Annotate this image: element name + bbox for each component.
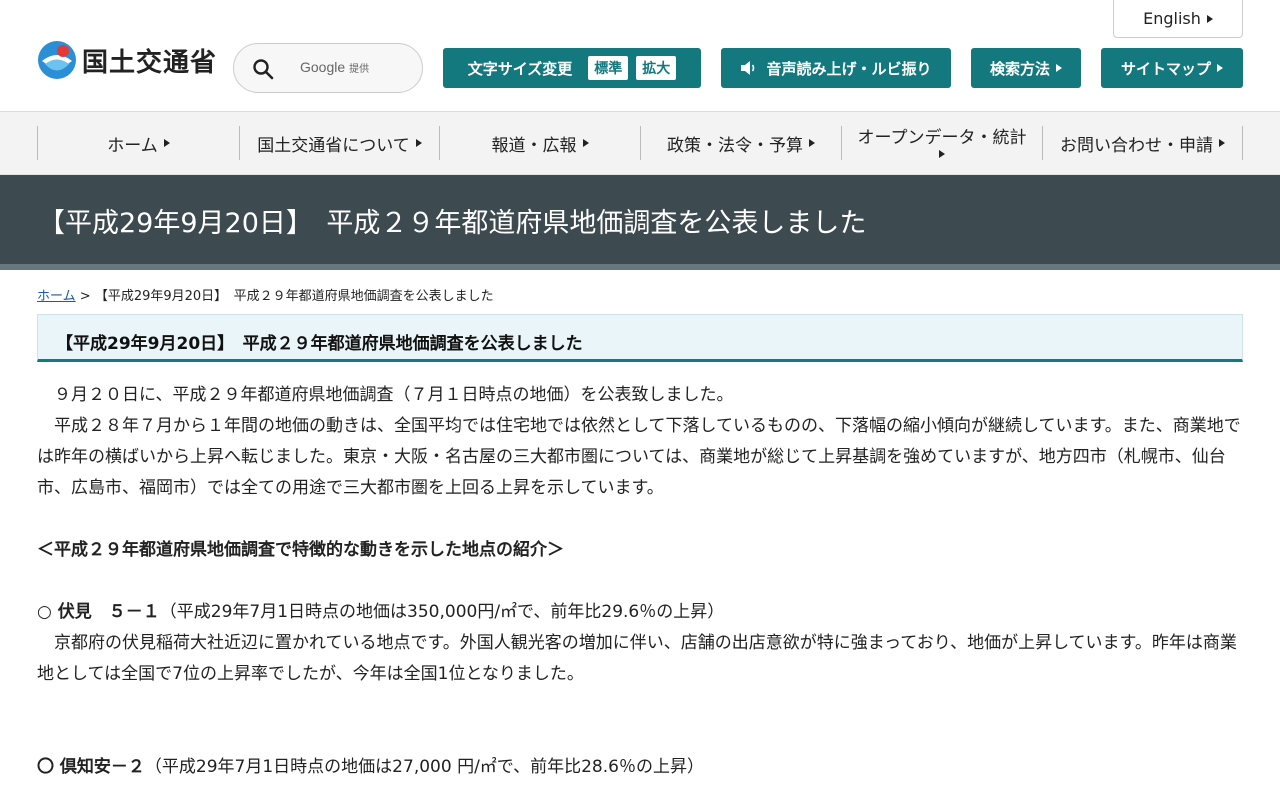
section-heading: 【平成29年9月20日】 平成２９年都道府県地価調査を公表しました <box>37 314 1243 362</box>
global-nav: ホーム 国土交通省について 報道・広報 政策・法令・予算 オープンデータ・統計 … <box>0 112 1280 175</box>
speaker-icon <box>741 61 755 75</box>
page-title-bar: 【平成29年9月20日】 平成２９年都道府県地価調査を公表しました <box>0 175 1280 270</box>
arrow-right-icon <box>163 139 170 147</box>
arrow-right-icon <box>1206 14 1213 23</box>
arrow-right-icon <box>1219 139 1225 147</box>
font-size-standard-button[interactable]: 標準 <box>588 56 629 80</box>
search-input[interactable]: Google 提供 <box>233 43 423 93</box>
paragraph-summary: 平成２８年７月から１年間の地価の動きは、全国平均では住宅地では依然として下落して… <box>37 416 1241 498</box>
search-method-button[interactable]: 検索方法 <box>971 48 1081 88</box>
google-label: Google 提供 <box>300 59 370 75</box>
nav-item-contact[interactable]: お問い合わせ・申請 <box>1042 126 1243 160</box>
nav-item-home[interactable]: ホーム <box>37 126 239 160</box>
english-link[interactable]: English <box>1113 0 1243 38</box>
breadcrumb-home-link[interactable]: ホーム <box>37 289 76 304</box>
point-2-title: 〇 倶知安－２（平成29年7月1日時点の地価は27,000 円/㎡で、前年比28… <box>37 757 704 777</box>
arrow-right-icon <box>939 150 945 159</box>
point-1-title: ○ 伏見 ５－１（平成29年7月1日時点の地価は350,000円/㎡で、前年比2… <box>37 602 725 622</box>
nav-item-press[interactable]: 報道・広報 <box>439 126 640 160</box>
subheading: ＜平成２９年都道府県地価調査で特徴的な動きを示した地点の紹介＞ <box>37 540 564 560</box>
article-body: ９月２０日に、平成２９年都道府県地価調査（７月１日時点の地価）を公表致しました。… <box>37 380 1243 783</box>
nav-item-about[interactable]: 国土交通省について <box>239 126 439 160</box>
nav-item-open-data[interactable]: オープンデータ・統計 <box>841 126 1042 160</box>
nav-item-policy[interactable]: 政策・法令・予算 <box>640 126 841 160</box>
arrow-right-icon <box>415 139 422 147</box>
point-1-description: 京都府の伏見稲荷大社近辺に置かれている地点です。外国人観光客の増加に伴い、店舗の… <box>37 633 1237 684</box>
paragraph-intro: ９月２０日に、平成２９年都道府県地価調査（７月１日時点の地価）を公表致しました。 <box>37 385 734 405</box>
arrow-right-icon <box>1217 64 1223 72</box>
section-title: 【平成29年9月20日】 平成２９年都道府県地価調査を公表しました <box>56 334 583 354</box>
breadcrumb-current: 【平成29年9月20日】 平成２９年都道府県地価調査を公表しました <box>94 289 494 304</box>
arrow-right-icon <box>1056 64 1062 72</box>
logo[interactable]: 国土交通省 <box>36 38 217 82</box>
search-icon <box>253 59 274 80</box>
breadcrumb: ホーム > 【平成29年9月20日】 平成２９年都道府県地価調査を公表しました <box>37 289 494 304</box>
font-size-large-button[interactable]: 拡大 <box>636 56 677 80</box>
page-title: 【平成29年9月20日】 平成２９年都道府県地価調査を公表しました <box>38 208 867 239</box>
sitemap-button[interactable]: サイトマップ <box>1101 48 1243 88</box>
speech-ruby-button[interactable]: 音声読み上げ・ルビ振り <box>721 48 951 88</box>
font-size-control: 文字サイズ変更 標準 拡大 <box>443 48 701 88</box>
site-header: English 国土交通省 Google 提供 文字サイズ変更 標準 拡大 音声読… <box>0 0 1280 112</box>
arrow-right-icon <box>582 139 589 147</box>
mlit-logo-icon <box>38 41 76 79</box>
arrow-right-icon <box>809 139 815 147</box>
